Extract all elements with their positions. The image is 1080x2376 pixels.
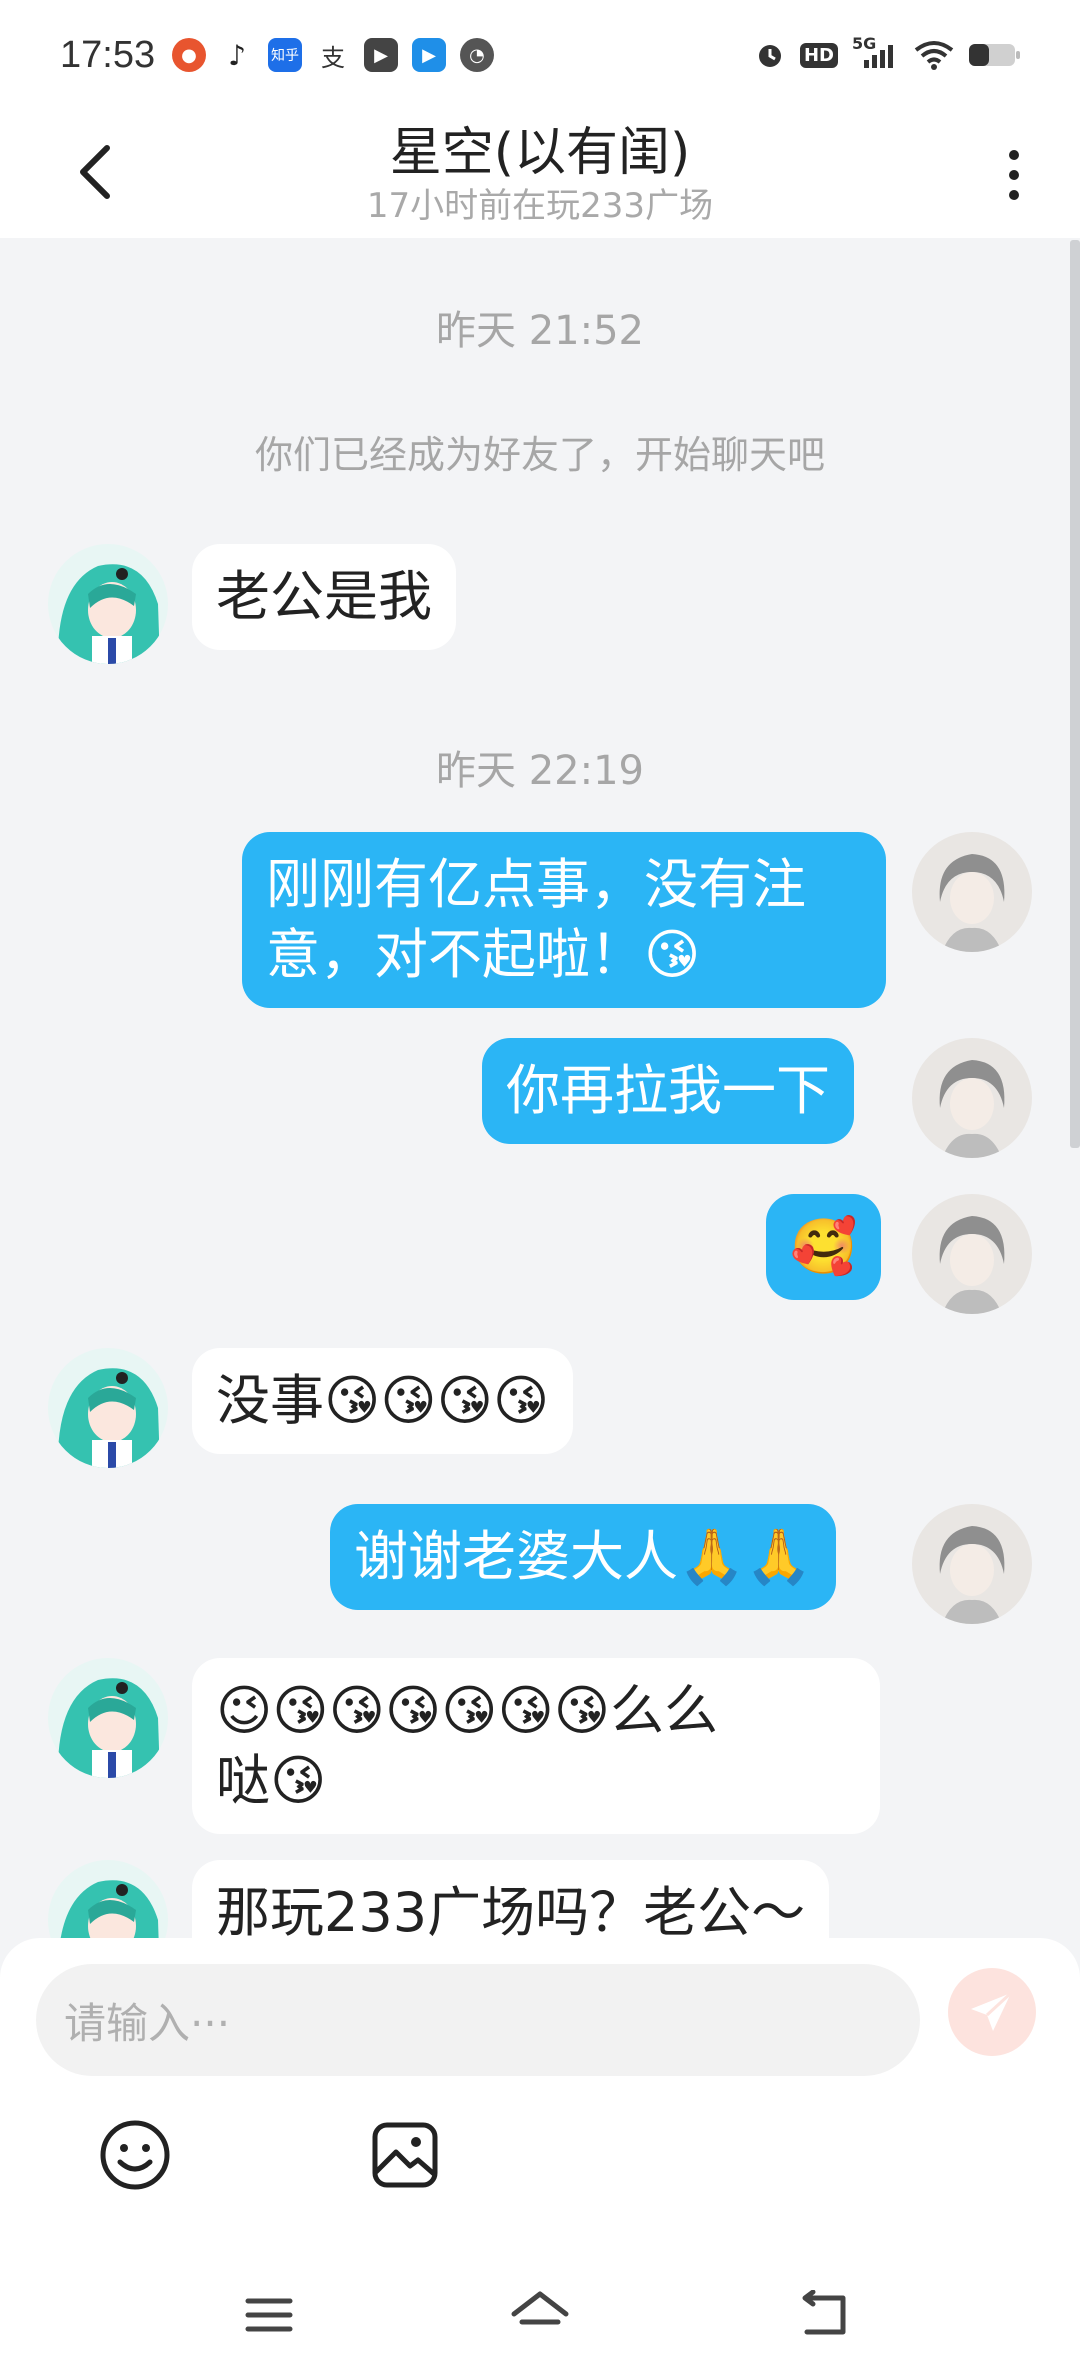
send-button[interactable]	[948, 1968, 1036, 2056]
compass-icon: ◔	[460, 38, 494, 72]
alarm-icon	[754, 40, 786, 70]
status-app-icons: ● ♪ 知乎 支 ▶ ▶ ◔	[172, 38, 494, 72]
avatar-friend[interactable]	[48, 1658, 168, 1778]
chat-screen: 17:53 ● ♪ 知乎 支 ▶ ▶ ◔ HD 5G 星空(以有闺) 17小时前…	[0, 0, 1080, 2376]
message-bubble-outgoing[interactable]: 你再拉我一下	[482, 1038, 854, 1144]
emoji-button[interactable]	[98, 2118, 172, 2192]
message-bubble-outgoing[interactable]: 刚刚有亿点事，没有注 意，对不起啦！😘	[242, 832, 886, 1008]
chat-title: 星空(以有闺)	[389, 123, 691, 183]
back-nav-button[interactable]	[788, 2280, 858, 2350]
battery-icon	[968, 40, 1022, 70]
scrollbar[interactable]	[1070, 240, 1080, 1148]
hd-icon: HD	[799, 40, 838, 70]
game-icon: ●	[172, 38, 206, 72]
message-input[interactable]: 请输入···	[36, 1964, 920, 2076]
chat-header: 星空(以有闺) 17小时前在玩233广场	[0, 110, 1080, 238]
avatar-self[interactable]	[912, 1194, 1032, 1314]
message-bubble-incoming[interactable]: 老公是我	[192, 544, 456, 650]
timestamp: 昨天 21:52	[436, 308, 644, 354]
status-right-icons: HD 5G	[754, 34, 1022, 70]
input-panel: 请输入···	[0, 1938, 1080, 2376]
avatar-friend[interactable]	[48, 1860, 168, 1938]
system-message: 你们已经成为好友了，开始聊天吧	[254, 433, 825, 477]
message-bubble-incoming[interactable]: 那玩233广场吗？老公～	[192, 1860, 830, 1938]
message-line: 😉😘😘😘😘😘😘么么	[216, 1679, 719, 1742]
status-time: 17:53	[60, 34, 156, 76]
home-icon	[511, 2291, 569, 2325]
avatar-self[interactable]	[912, 1038, 1032, 1158]
image-button[interactable]	[370, 2120, 440, 2190]
message-bubble-outgoing[interactable]: 谢谢老婆大人🙏🙏	[330, 1504, 837, 1610]
message-line: 意，对不起啦！😘	[266, 923, 701, 986]
video-icon: ▶	[364, 38, 398, 72]
tiktok-icon: ♪	[220, 38, 254, 72]
message-bubble-incoming[interactable]: 没事😘😘😘😘	[192, 1348, 574, 1454]
return-icon	[802, 2290, 846, 2335]
message-line: 刚刚有亿点事，没有注	[266, 853, 806, 916]
avatar-self[interactable]	[912, 1504, 1032, 1624]
message-bubble-outgoing[interactable]: 🥰	[766, 1194, 882, 1300]
message-bubble-incoming[interactable]: 😉😘😘😘😘😘😘么么 哒😘	[192, 1658, 880, 1834]
avatar-self[interactable]	[912, 832, 1032, 952]
more-options-button[interactable]	[994, 140, 1034, 210]
timestamp: 昨天 22:19	[436, 748, 644, 794]
send-icon	[971, 1991, 1013, 2031]
more-dot	[1009, 190, 1019, 200]
zhihu-icon: 知乎	[268, 38, 302, 72]
avatar-friend[interactable]	[48, 544, 168, 664]
avatar-friend[interactable]	[48, 1348, 168, 1468]
menu-icon	[245, 2298, 293, 2332]
wifi-icon	[914, 40, 954, 70]
smiley-icon	[100, 2120, 170, 2190]
alipay-icon: 支	[316, 38, 350, 72]
image-icon	[372, 2122, 438, 2188]
menu-nav-button[interactable]	[234, 2280, 304, 2350]
message-line: 哒😘	[216, 1749, 327, 1812]
5g-signal-icon: 5G	[852, 34, 900, 70]
more-dot	[1009, 170, 1019, 180]
system-nav-bar	[0, 2260, 1080, 2376]
message-list[interactable]: 昨天 21:52 你们已经成为好友了，开始聊天吧 老公是我 昨天 22:19 刚…	[0, 238, 1080, 1938]
bilibili-icon: ▶	[412, 38, 446, 72]
status-bar: 17:53 ● ♪ 知乎 支 ▶ ▶ ◔ HD 5G	[0, 0, 1080, 110]
chat-subtitle: 17小时前在玩233广场	[366, 186, 714, 226]
home-nav-button[interactable]	[505, 2280, 575, 2350]
more-dot	[1009, 150, 1019, 160]
